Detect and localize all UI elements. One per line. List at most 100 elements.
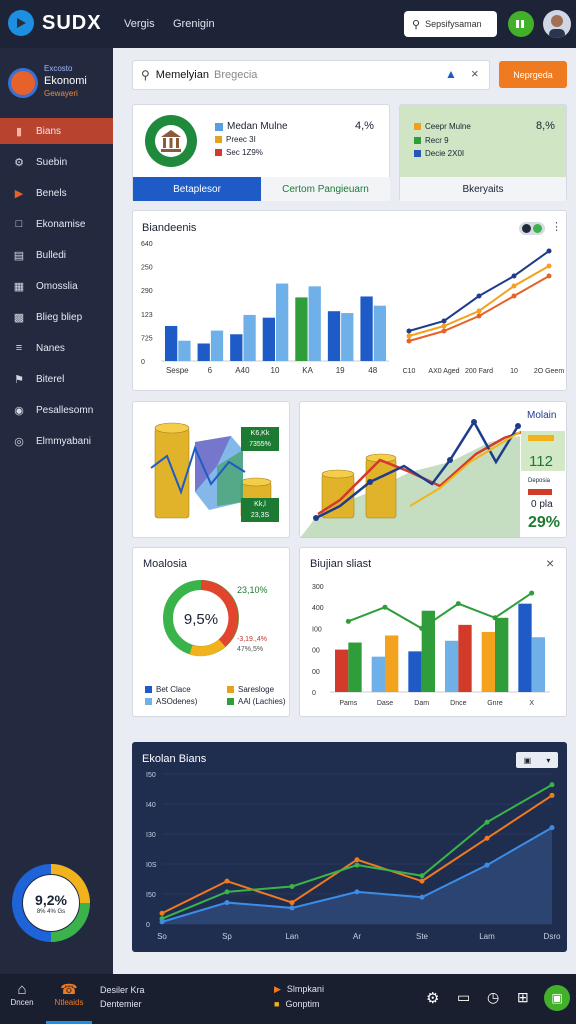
- donut-legend-label: ASOdenes): [156, 697, 198, 706]
- sidebar-item-nanes[interactable]: ≡ Nanes: [0, 335, 113, 361]
- nav-link-1[interactable]: Vergis: [124, 18, 155, 30]
- coins-badge-2-label: Kk,l: [254, 501, 266, 508]
- chart3-card: Ekolan Bians ▣ ▾ I50 I40 I30 I0S I50 0 So Sp Lan A…: [132, 742, 567, 952]
- coins-card: K6,Kk 7355% Kk,l 23,3S: [132, 401, 290, 538]
- donut-center-value: 9,5%: [183, 611, 219, 628]
- sidebar-item-benels[interactable]: ▶ Benels: [0, 180, 113, 206]
- donut-legend-1: Bet Clace: [145, 685, 191, 694]
- bottom-alert-label: Ntleaids: [54, 998, 84, 1007]
- sidebar-item-omosslia[interactable]: ▦ Omosslia: [0, 273, 113, 299]
- bottom-link-2[interactable]: ■ Gonptim: [274, 999, 319, 1009]
- chart1-line-point: [441, 318, 447, 324]
- chart1-svg: 640 250 290 123 725 0 Sespe 6 A40 10 KA 19 48 C10 AX0 …: [141, 241, 564, 375]
- chart3-line-point: [289, 905, 295, 911]
- card1-item-label: Medan Mulne: [227, 121, 288, 132]
- chart1-bar: [262, 317, 275, 361]
- grid-icon[interactable]: [508, 11, 534, 37]
- donut-card: Moalosia 23,10% 9,5% -3,19.,4% 47%,5% Be…: [132, 547, 290, 717]
- building-icon: ▦: [13, 280, 25, 293]
- sidebar-item-biterel[interactable]: ⚑ Biterel: [0, 366, 113, 392]
- bottom-alert-tab[interactable]: ☎ Ntleaids: [46, 974, 92, 1024]
- close-icon[interactable]: ×: [471, 66, 479, 81]
- chart3-y-tick: I50: [146, 892, 156, 899]
- sidebar-item-label: Biterel: [36, 373, 65, 385]
- sidebar-header-line-2: Ekonomi: [44, 75, 87, 87]
- card2-tab[interactable]: Bkeryaits: [400, 177, 566, 201]
- bottom-link-1-label: Slmpkani: [286, 984, 324, 994]
- top-search-button[interactable]: ⚲ Sepsifysaman: [404, 11, 497, 37]
- chart1-x-tick: 6: [208, 366, 213, 375]
- search-icon: ⚲: [141, 68, 150, 82]
- avatar[interactable]: [543, 10, 571, 38]
- sidebar-item-ekonamise[interactable]: □ Ekonamise: [0, 211, 113, 237]
- chart1-line-x-tick: C10: [403, 368, 416, 375]
- chart1-y-tick: 640: [141, 241, 153, 248]
- card2-value: 8,%: [536, 120, 555, 132]
- chart1-line-point: [476, 313, 482, 319]
- bottom-home-tab[interactable]: ⌂ Dncen: [0, 974, 44, 1024]
- chart1-line-point: [406, 333, 412, 339]
- card1-tab-1[interactable]: Betaplesor: [133, 177, 261, 201]
- bookmark-icon: ▮: [15, 125, 23, 138]
- apps-icon[interactable]: ⊞: [517, 989, 529, 1006]
- chart2-line-point: [455, 601, 461, 607]
- chart2-bar: [518, 603, 532, 692]
- chart1-y-tick: 0: [141, 359, 145, 366]
- chart2-x-tick: Gnre: [487, 700, 503, 707]
- sidebar-item-elmmyabani[interactable]: ◎ Elmmyabani: [0, 428, 113, 454]
- bottom-link-1[interactable]: ▶ Slmpkani: [274, 984, 324, 995]
- top-bar: SUDX Vergis Grenigin ⚲ Sepsifysaman: [0, 0, 576, 48]
- card1-tab-2[interactable]: Certom Pangieuarn: [261, 177, 390, 201]
- clock-icon[interactable]: ◷: [487, 989, 499, 1006]
- chart2-line-point: [419, 625, 425, 631]
- chart3-line-point: [224, 889, 230, 895]
- nav-link-2[interactable]: Grenigin: [173, 18, 215, 30]
- chart3-area: [162, 827, 552, 924]
- chart3-line-point: [484, 862, 490, 868]
- chart1-line-point: [511, 293, 517, 299]
- sidebar-item-suebin[interactable]: ⚙ Suebin: [0, 149, 113, 175]
- bottom-bar: ⌂ Dncen ☎ Ntleaids Desiler Kra Dentemier…: [0, 974, 576, 1024]
- chart1-y-tick: 250: [141, 265, 153, 272]
- chart1-line-point: [476, 293, 482, 299]
- donut-pct-side-2: 47%,5%: [237, 646, 264, 653]
- chart1-x-tick: Sespe: [166, 366, 189, 375]
- chart1-bar: [210, 330, 224, 361]
- chart1-line-point: [406, 338, 412, 344]
- add-icon[interactable]: ▣: [544, 985, 570, 1011]
- top-search-label: Sepsifysaman: [425, 19, 482, 29]
- chart3-line-point: [289, 900, 295, 906]
- bottom-link-2-label: Gonptim: [285, 999, 320, 1009]
- card-icon[interactable]: ▭: [457, 989, 470, 1006]
- chart2-bar: [408, 651, 422, 692]
- voice-icon[interactable]: ▲: [445, 67, 457, 81]
- sidebar-item-pesallesomn[interactable]: ◉ Pesallesomn: [0, 397, 113, 423]
- chart3-y-tick: 0: [146, 922, 150, 929]
- growth-value-box: 112: [521, 431, 565, 471]
- chart3-y-tick: I40: [146, 802, 156, 809]
- chart1-bar: [327, 311, 341, 361]
- sidebar-item-blieg-bliep[interactable]: ▩ Blieg bliep: [0, 304, 113, 330]
- chart1-bar: [243, 314, 256, 361]
- chart2-x-tick: Pams: [339, 700, 357, 707]
- bank-icon: [145, 115, 197, 167]
- sidebar-item-bulledi[interactable]: ▤ Bulledi: [0, 242, 113, 268]
- chart2-bar: [481, 631, 495, 692]
- chart1-y-tick: 123: [141, 312, 153, 319]
- chart3-x-tick: Sp: [222, 932, 232, 941]
- search-submit-button[interactable]: Neprgeda: [499, 61, 567, 88]
- growth-value-2: 0 pla: [531, 499, 553, 510]
- chart2-bar: [458, 624, 472, 692]
- card2-item-label: Ceepr Mulne: [425, 122, 471, 131]
- card2-item-1: Ceepr Mulne: [414, 122, 471, 131]
- search-value: Memelyian: [155, 69, 209, 81]
- home-icon: ⌂: [17, 981, 27, 998]
- donut-title: Moalosia: [143, 558, 188, 570]
- sidebar-item-bians[interactable]: ▮ Bians: [0, 118, 113, 144]
- settings-icon[interactable]: ⚙: [426, 989, 439, 1007]
- chart2-bar: [495, 617, 509, 692]
- chart3-line-point: [419, 873, 425, 879]
- chart2-line-point: [529, 590, 535, 596]
- search-bar[interactable]: ⚲ Memelyian Bregecia ▲ ×: [132, 60, 490, 90]
- chart2-bar: [531, 637, 545, 692]
